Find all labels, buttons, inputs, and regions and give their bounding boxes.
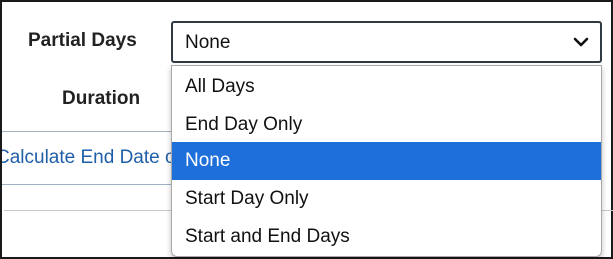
- partial-days-dropdown-list: All Days End Day Only None Start Day Onl…: [171, 65, 602, 257]
- duration-label: Duration: [62, 88, 141, 109]
- partial-days-select[interactable]: None: [171, 21, 602, 63]
- calculate-end-date-button[interactable]: Calculate End Date or Duration: [2, 131, 182, 185]
- partial-days-selected-value: None: [185, 32, 231, 53]
- option-start-and-end-days[interactable]: Start and End Days: [172, 218, 601, 256]
- calculate-button-label: Calculate End Date or Duration: [2, 147, 181, 168]
- option-none[interactable]: None: [172, 142, 601, 180]
- option-end-day-only[interactable]: End Day Only: [172, 106, 601, 144]
- option-start-day-only[interactable]: Start Day Only: [172, 180, 601, 218]
- partial-days-label: Partial Days: [28, 30, 137, 51]
- form-panel: Partial Days Duration Calculate End Date…: [0, 0, 613, 259]
- chevron-down-icon[interactable]: [572, 35, 590, 49]
- option-all-days[interactable]: All Days: [172, 68, 601, 106]
